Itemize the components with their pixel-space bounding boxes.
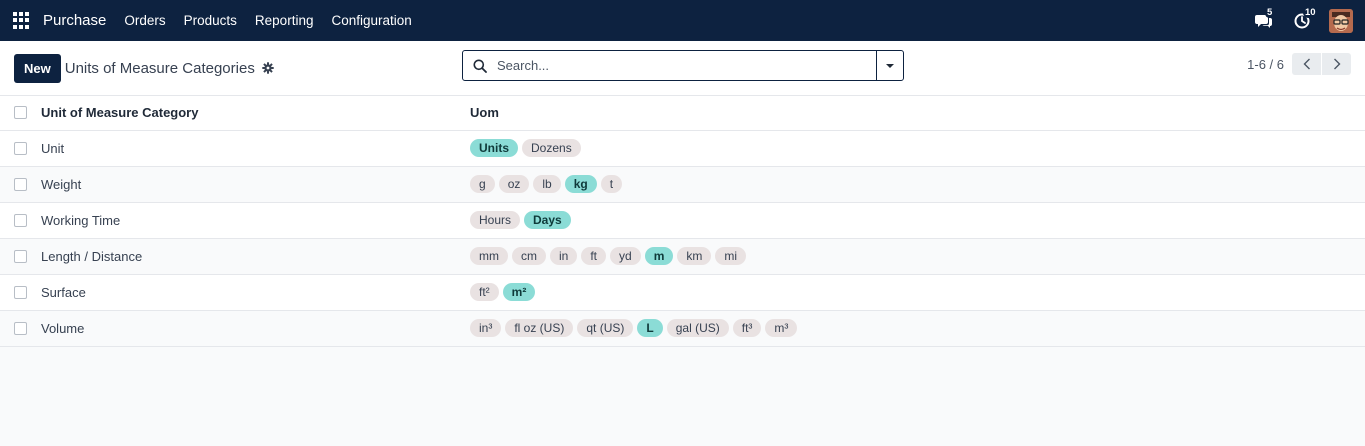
uom-tag: in: [550, 247, 578, 265]
uom-tag-reference: Units: [470, 139, 518, 157]
apps-menu-icon[interactable]: [13, 11, 31, 30]
new-button[interactable]: New: [14, 53, 61, 83]
uom-tag: oz: [498, 175, 530, 193]
search-options-toggle[interactable]: [876, 51, 903, 80]
uom-tag: fl oz (US): [505, 319, 574, 337]
uom-tag: in³: [470, 319, 502, 337]
search-bar: [462, 50, 904, 81]
messages-count-badge: 5: [1265, 6, 1275, 18]
table-row[interactable]: Surface ft² m²: [0, 274, 1365, 310]
category-name[interactable]: Working Time: [41, 202, 470, 238]
uom-tag-reference: kg: [564, 175, 597, 193]
row-checkbox[interactable]: [14, 249, 27, 263]
select-all-checkbox[interactable]: [14, 106, 27, 120]
table-row[interactable]: Unit Units Dozens: [0, 130, 1365, 166]
chevron-right-icon: [1333, 58, 1340, 70]
uom-tag-list: in³ fl oz (US) qt (US) Lgal (US) ft³ m³: [470, 319, 1365, 337]
uom-category-table: Unit of Measure Category Uom Unit Units Do…: [0, 96, 1365, 347]
uom-tag-list: Hours Days: [470, 211, 1365, 229]
uom-tag-reference: L: [637, 319, 663, 337]
menu-reporting[interactable]: Reporting: [255, 13, 314, 28]
uom-tag-list: mm cm in ft yd m km mi: [470, 247, 1365, 265]
row-checkbox[interactable]: [14, 213, 27, 227]
uom-tag: ft³: [732, 319, 762, 337]
uom-tag: gal (US): [666, 319, 729, 337]
uom-tag-list: ft² m²: [470, 283, 1365, 301]
table-header-row: Unit of Measure Category Uom: [0, 96, 1365, 130]
column-header-uom[interactable]: Uom: [470, 96, 1365, 130]
top-navbar: Purchase Orders Products Reporting Confi…: [0, 0, 1365, 41]
category-name[interactable]: Unit: [41, 130, 470, 166]
column-header-category[interactable]: Unit of Measure Category: [41, 96, 470, 130]
uom-tag: lb: [533, 175, 561, 193]
uom-tag: t: [600, 175, 623, 193]
search-icon: [473, 59, 487, 73]
app-brand[interactable]: Purchase: [43, 12, 106, 29]
search-input[interactable]: [497, 58, 876, 73]
gear-icon[interactable]: [262, 62, 274, 74]
uom-tag: qt (US): [577, 319, 634, 337]
menu-products[interactable]: Products: [184, 13, 237, 28]
uom-tag: ft²: [470, 283, 499, 301]
uom-tag: Dozens: [522, 139, 581, 157]
category-name[interactable]: Volume: [41, 310, 470, 346]
uom-tag-list: g oz lb kg t: [470, 175, 1365, 193]
row-checkbox[interactable]: [14, 285, 27, 299]
uom-tag: Hours: [470, 211, 521, 229]
row-checkbox[interactable]: [14, 177, 27, 191]
category-name[interactable]: Length / Distance: [41, 238, 470, 274]
category-name[interactable]: Surface: [41, 274, 470, 310]
uom-tag: mm: [470, 247, 508, 265]
table-row[interactable]: Working Time Hours Days: [0, 202, 1365, 238]
avatar-image: [1329, 8, 1353, 33]
pager-value[interactable]: 1-6 / 6: [1247, 57, 1284, 72]
uom-tag-list: Units Dozens: [470, 139, 1365, 157]
table-row[interactable]: Length / Distance mm cm in ft yd m km mi: [0, 238, 1365, 274]
caret-down-icon: [886, 63, 894, 68]
row-checkbox[interactable]: [14, 321, 27, 335]
page-title: Units of Measure Categories: [64, 59, 255, 77]
uom-tag-reference: m²: [502, 283, 536, 301]
table-row[interactable]: Weight g oz lb kg t: [0, 166, 1365, 202]
uom-tag-reference: Days: [524, 211, 571, 229]
table-row[interactable]: Volume in³ fl oz (US) qt (US) Lgal (US) ft³ m³: [0, 310, 1365, 346]
activities-count-badge: 10: [1303, 6, 1318, 18]
user-avatar[interactable]: [1329, 8, 1353, 33]
uom-tag: m³: [765, 319, 798, 337]
menu-orders[interactable]: Orders: [124, 13, 165, 28]
row-checkbox[interactable]: [14, 141, 27, 155]
uom-tag-reference: m: [644, 247, 674, 265]
menu-configuration[interactable]: Configuration: [331, 13, 411, 28]
uom-tag: mi: [715, 247, 747, 265]
chevron-left-icon: [1303, 58, 1310, 70]
uom-tag: yd: [610, 247, 641, 265]
pager-previous-button[interactable]: [1292, 53, 1321, 75]
uom-tag: ft: [581, 247, 607, 265]
messaging-button[interactable]: 5: [1253, 6, 1275, 32]
uom-tag: km: [677, 247, 712, 265]
uom-tag: cm: [512, 247, 546, 265]
pager-next-button[interactable]: [1322, 53, 1351, 75]
uom-tag: g: [470, 175, 495, 193]
activities-button[interactable]: 10: [1291, 6, 1318, 32]
pager: 1-6 / 6: [1247, 53, 1351, 75]
category-name[interactable]: Weight: [41, 166, 470, 202]
control-panel: New Units of Measure Categories Search..…: [0, 41, 1365, 96]
